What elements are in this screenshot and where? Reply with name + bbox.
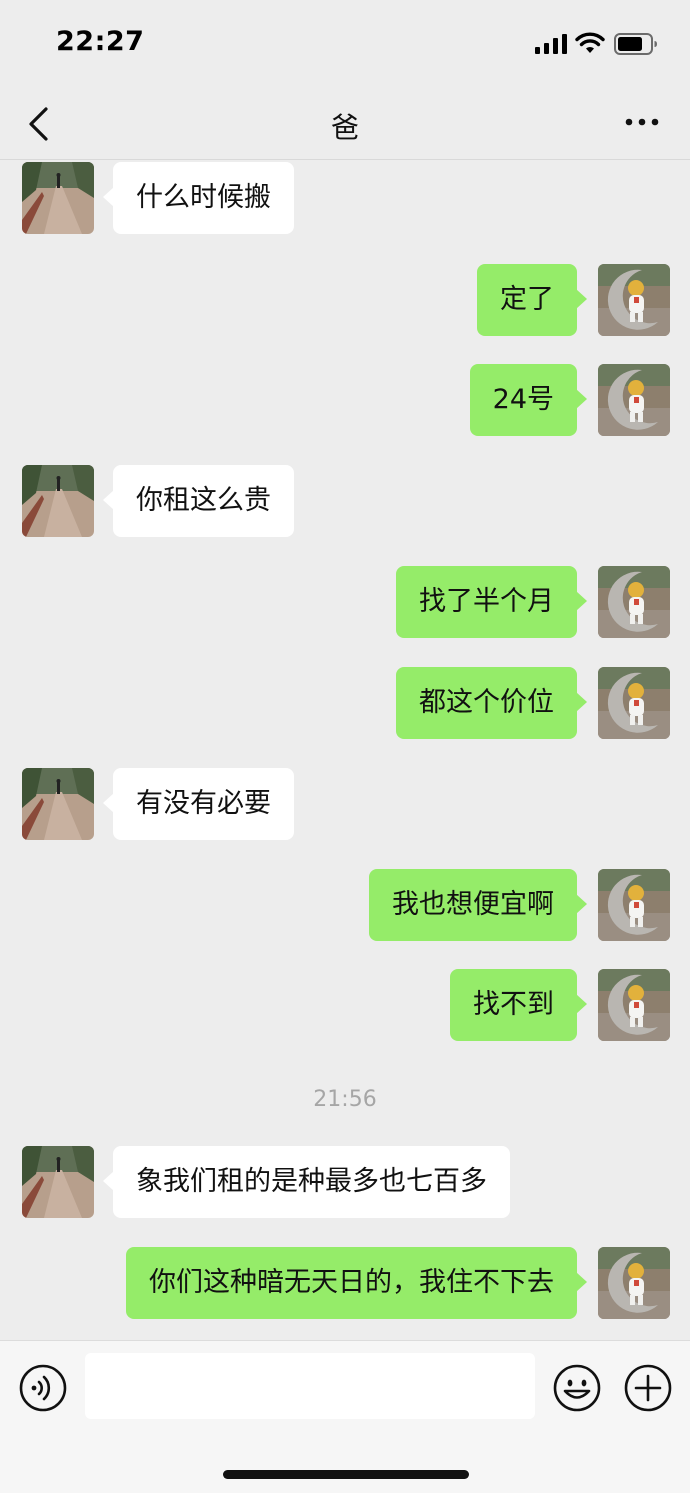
chat-title: 爸 (330, 111, 359, 144)
signal-icon (535, 34, 567, 54)
my-avatar[interactable] (598, 264, 670, 336)
message-bubble-incoming[interactable]: 你租这么贵 (103, 465, 294, 537)
my-avatar[interactable] (598, 869, 670, 941)
father-avatar[interactable] (22, 465, 94, 537)
message-bubble-incoming[interactable]: 有没有必要 (103, 768, 294, 840)
father-avatar[interactable] (22, 1146, 94, 1218)
my-avatar[interactable] (598, 364, 670, 436)
my-avatar[interactable] (598, 566, 670, 638)
father-avatar[interactable] (22, 768, 94, 840)
status-bar: 22:27 (0, 0, 690, 90)
battery-icon (614, 33, 657, 55)
more-dots-icon[interactable] (624, 116, 660, 128)
message-bubble-incoming[interactable]: 什么时候搬 (103, 162, 294, 234)
status-time: 22:27 (56, 26, 145, 57)
message-bubble-outgoing[interactable]: 我也想便宜啊 (369, 869, 587, 941)
message-timestamp: 21:56 (313, 1087, 377, 1112)
message-bubble-outgoing[interactable]: 找不到 (450, 969, 587, 1041)
message-bubble-outgoing[interactable]: 定了 (477, 264, 587, 336)
plus-icon[interactable] (623, 1363, 673, 1413)
message-bubble-outgoing[interactable]: 24号 (469, 364, 588, 436)
my-avatar[interactable] (598, 969, 670, 1041)
message-bubble-incoming[interactable]: 象我们租的是种最多也七百多 (103, 1146, 510, 1218)
my-avatar[interactable] (598, 667, 670, 739)
wifi-icon (575, 32, 605, 53)
emoji-icon[interactable] (552, 1363, 602, 1413)
father-avatar[interactable] (22, 162, 94, 234)
message-input[interactable] (85, 1353, 535, 1419)
home-indicator (223, 1470, 469, 1479)
message-bubble-outgoing[interactable]: 找了半个月 (396, 566, 587, 638)
chat-screen: 22:27 爸 什么时候搬 定了 24号 你租这么贵 找了半个月 都这个价位 有… (0, 0, 690, 1493)
nav-bar: 爸 (0, 90, 690, 160)
message-bubble-outgoing[interactable]: 都这个价位 (396, 667, 587, 739)
voice-icon[interactable] (18, 1363, 68, 1413)
my-avatar[interactable] (598, 1247, 670, 1319)
message-bubble-outgoing[interactable]: 你们这种暗无天日的，我住不下去 (126, 1247, 587, 1319)
